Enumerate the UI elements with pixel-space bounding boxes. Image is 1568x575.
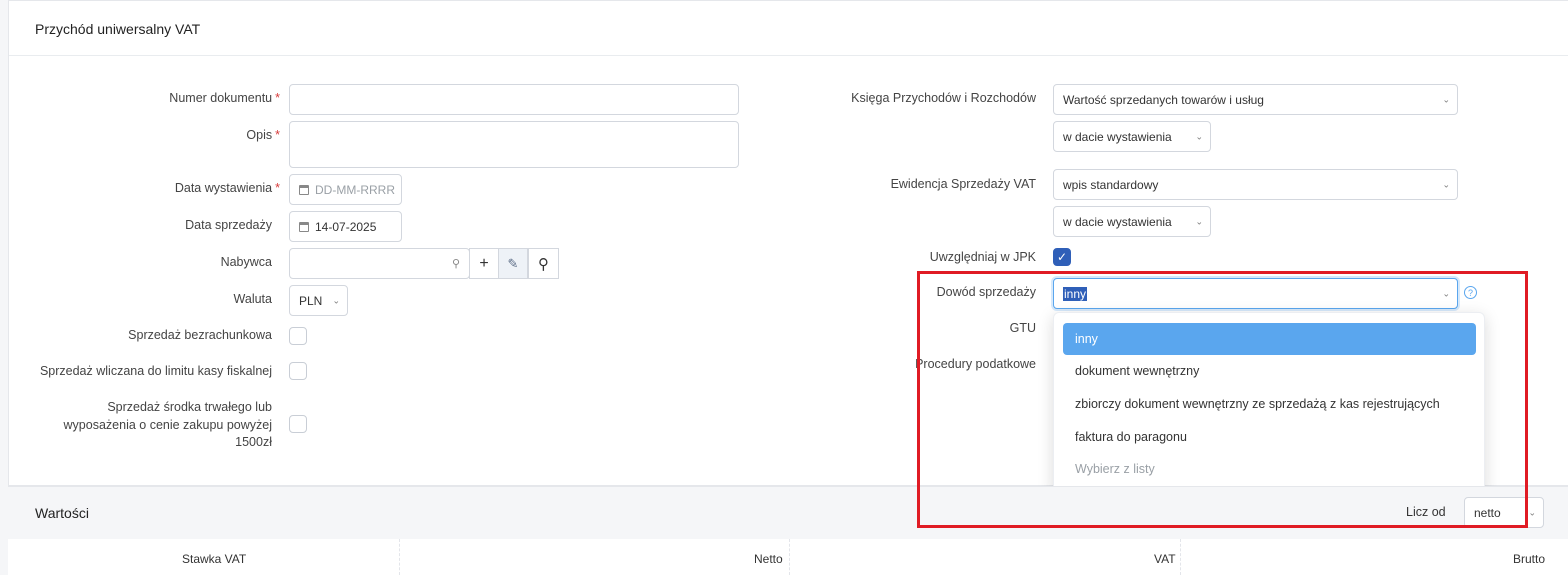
issue-date-input[interactable]: DD-MM-RRRR — [289, 174, 402, 205]
currency-label: Waluta — [233, 292, 272, 306]
edit-icon: ✎ — [507, 255, 519, 271]
sale-proof-select[interactable]: inny ⌄ — [1053, 278, 1458, 309]
add-buyer-button[interactable]: + — [469, 248, 499, 279]
help-icon[interactable]: ? — [1464, 286, 1477, 299]
currency-select[interactable]: PLN ⌄ — [289, 285, 348, 316]
page-title: Przychód uniwersalny VAT — [9, 1, 1568, 56]
column-header-net: Netto — [754, 552, 783, 566]
column-divider — [789, 539, 790, 575]
non-accounting-sale-label: Sprzedaż bezrachunkowa — [128, 328, 272, 342]
dropdown-option-inny[interactable]: inny — [1063, 323, 1476, 355]
tax-procedures-label: Procedury podatkowe — [915, 357, 1036, 371]
values-section-title: Wartości — [35, 505, 89, 521]
issue-date-label: Data wystawienia * — [174, 181, 280, 195]
fixed-asset-sale-label: Sprzedaż środka trwałego lub wyposażenia… — [63, 400, 272, 449]
dropdown-option-internal-document[interactable]: dokument wewnętrzny — [1063, 355, 1476, 387]
document-number-input[interactable] — [289, 84, 739, 115]
calendar-icon — [299, 184, 309, 195]
column-header-vat-rate: Stawka VAT — [182, 552, 247, 566]
count-from-select[interactable]: netto ⌄ — [1464, 497, 1544, 528]
checkmark-icon: ✓ — [1056, 250, 1068, 264]
description-textarea[interactable] — [289, 121, 739, 168]
chevron-down-icon: ⌄ — [1195, 216, 1203, 226]
chevron-down-icon: ⌄ — [1442, 94, 1450, 104]
search-buyer-button[interactable]: ⚲ — [528, 248, 559, 279]
plus-icon: + — [479, 254, 489, 272]
calendar-icon — [299, 221, 309, 232]
column-divider — [1180, 539, 1181, 575]
dropdown-option-receipt-invoice[interactable]: faktura do paragonu — [1063, 421, 1476, 453]
chevron-down-icon: ⌄ — [332, 295, 340, 305]
search-icon: ⚲ — [538, 255, 549, 273]
chevron-down-icon: ⌄ — [1528, 507, 1536, 517]
search-icon: ⚲ — [451, 258, 460, 270]
sale-date-input[interactable]: 14-07-2025 — [289, 211, 402, 242]
kpir-date-mode-select[interactable]: w dacie wystawienia ⌄ — [1053, 121, 1211, 152]
kpir-label: Księga Przychodów i Rozchodów — [851, 91, 1036, 105]
description-label: Opis * — [246, 128, 280, 142]
document-number-label: Numer dokumentu * — [169, 91, 280, 105]
fixed-asset-sale-checkbox[interactable] — [289, 415, 307, 433]
column-header-gross: Brutto — [1513, 552, 1546, 566]
edit-buyer-button[interactable]: ✎ — [498, 248, 528, 279]
dropdown-option-collective-internal-document[interactable]: zbiorczy dokument wewnętrzny ze sprzedaż… — [1063, 388, 1476, 420]
cash-register-limit-label: Sprzedaż wliczana do limitu kasy fiskaln… — [39, 364, 272, 378]
vat-register-date-mode-select[interactable]: w dacie wystawienia ⌄ — [1053, 206, 1211, 237]
chevron-down-icon: ⌄ — [1195, 131, 1203, 141]
values-section-header: Wartości Licz od — [8, 486, 1568, 539]
dropdown-option-choose-from-list[interactable]: Wybierz z listy — [1063, 453, 1476, 485]
sale-proof-dropdown: inny dokument wewnętrzny zbiorczy dokume… — [1053, 312, 1485, 494]
cash-register-limit-checkbox[interactable] — [289, 362, 307, 380]
include-jpk-checkbox[interactable]: ✓ — [1053, 248, 1071, 266]
buyer-input[interactable]: ⚲ — [289, 248, 470, 279]
column-header-vat: VAT — [1154, 552, 1176, 566]
chevron-down-icon: ⌄ — [1442, 179, 1450, 189]
sale-proof-label: Dowód sprzedaży — [936, 285, 1036, 299]
buyer-label: Nabywca — [220, 255, 272, 269]
vat-register-select[interactable]: wpis standardowy ⌄ — [1053, 169, 1458, 200]
sale-date-label: Data sprzedaży — [185, 218, 272, 232]
chevron-down-icon: ⌄ — [1442, 288, 1450, 298]
include-jpk-label: Uwzględniaj w JPK — [929, 250, 1036, 264]
values-table-header: Stawka VAT Netto VAT Brutto — [8, 539, 1568, 575]
non-accounting-sale-checkbox[interactable] — [289, 327, 307, 345]
gtu-label: GTU — [1009, 321, 1036, 335]
kpir-select[interactable]: Wartość sprzedanych towarów i usług ⌄ — [1053, 84, 1458, 115]
vat-register-label: Ewidencja Sprzedaży VAT — [890, 177, 1036, 191]
count-from-label: Licz od — [1406, 505, 1446, 519]
column-divider — [399, 539, 400, 575]
